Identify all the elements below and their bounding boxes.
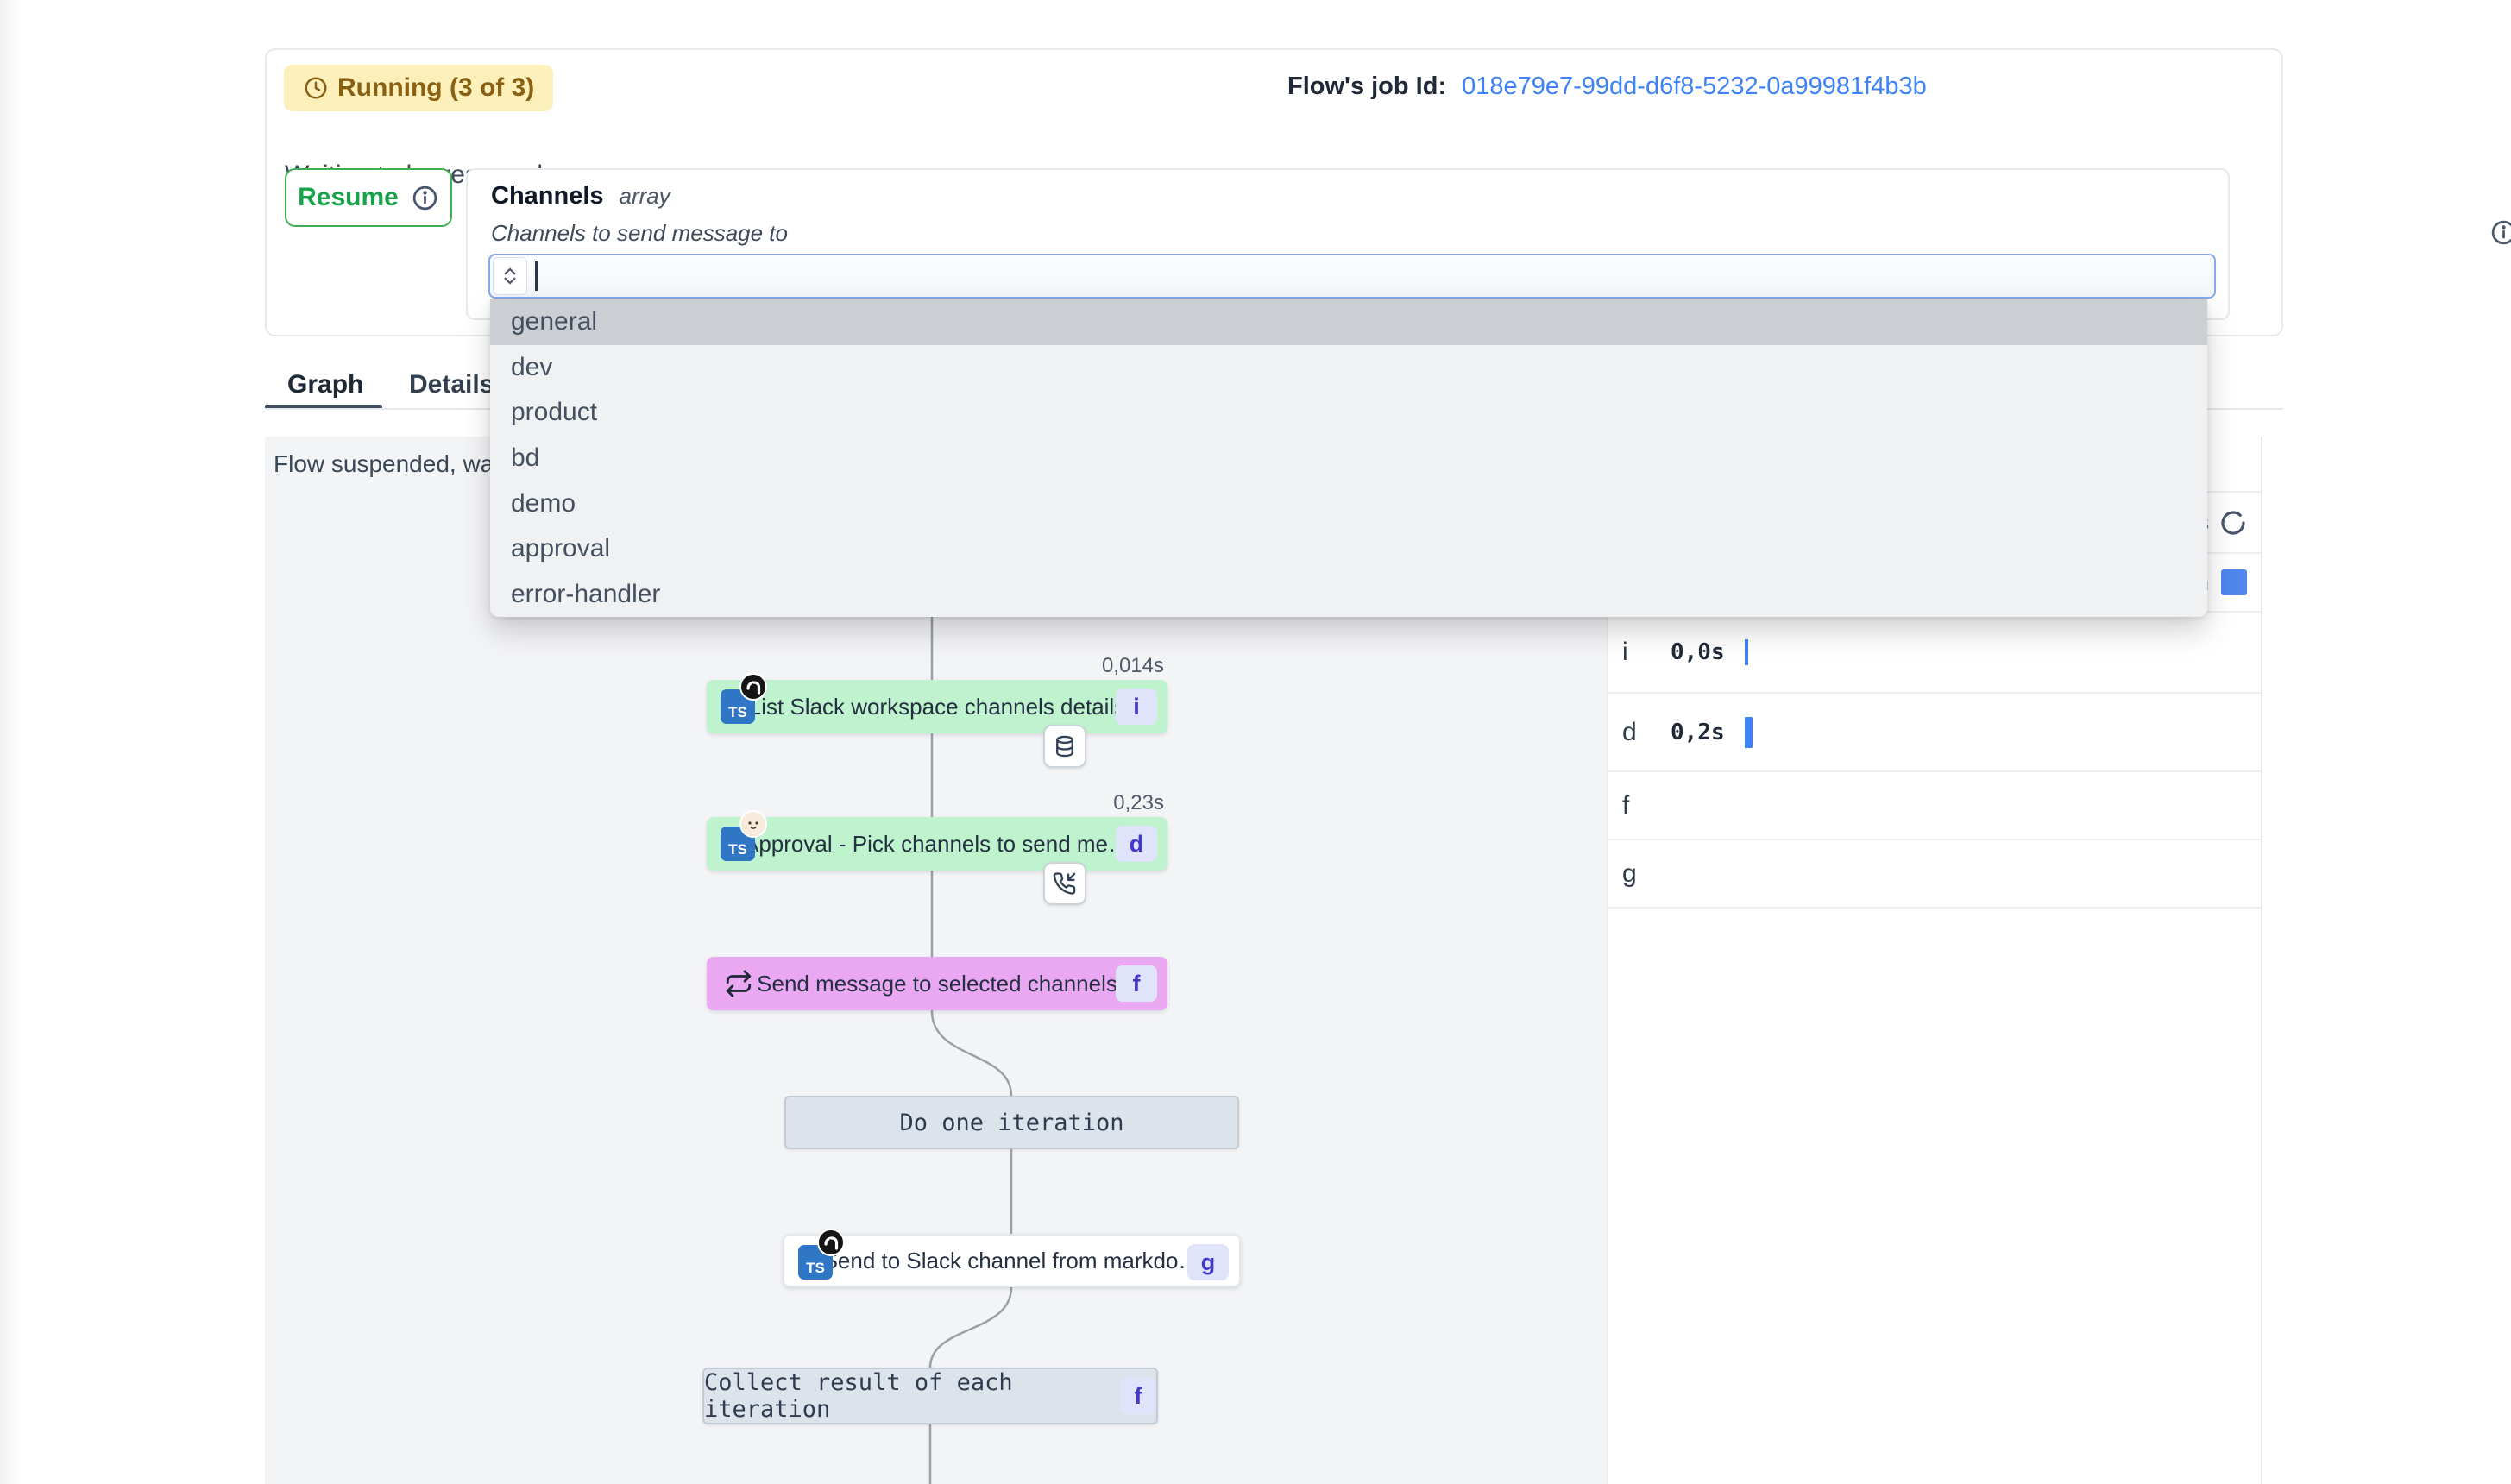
timeline-step-label: d (1622, 718, 1671, 747)
channels-autocomplete-dropdown: general dev product bd demo approval err… (490, 299, 2207, 617)
field-description: Channels to send message to (491, 220, 788, 247)
node-label: List Slack workspace channels details (749, 694, 1125, 720)
node-collect-result[interactable]: Collect result of each iteration f (702, 1368, 1158, 1424)
step-duration: 0,014s (707, 654, 1167, 678)
tab-details[interactable]: Details (409, 370, 494, 399)
left-edge-shadow (0, 0, 22, 1484)
job-id-label: Flow's job Id: (1287, 72, 1446, 101)
field-info-icon[interactable] (2489, 218, 2511, 251)
job-id-link[interactable]: 018e79e7-99dd-d6f8-5232-0a99981f4b3b (1462, 72, 1927, 101)
node-approval-pick-channels[interactable]: TS Approval - Pick channels to send me… … (707, 817, 1167, 871)
step-id-badge: f (1116, 965, 1157, 1002)
timeline-step-label: f (1622, 791, 1671, 821)
info-icon (411, 184, 439, 212)
flow-run-page: Running (3 of 3) Flow's job Id: 018e79e7… (0, 0, 2511, 1484)
execution-bar (1745, 639, 1748, 665)
step-duration: 0,23s (707, 791, 1167, 815)
node-label: Collect result of each iteration (704, 1369, 1098, 1423)
timeline-step-label: g (1622, 859, 1671, 889)
field-header: Channels array (491, 182, 670, 211)
dropdown-option-error-handler[interactable]: error-handler (490, 571, 2207, 617)
timeline-step-duration: 0,2s (1671, 720, 1745, 745)
bun-icon (739, 810, 767, 838)
step-id-badge: g (1187, 1244, 1229, 1280)
database-icon[interactable] (1043, 725, 1086, 768)
status-badge: Running (3 of 3) (284, 65, 553, 111)
dropdown-option-product[interactable]: product (490, 390, 2207, 436)
flow-status-card: Running (3 of 3) Flow's job Id: 018e79e7… (265, 48, 2283, 336)
step-id-badge: d (1116, 826, 1157, 862)
timeline-step-duration: 0,0s (1671, 639, 1745, 665)
text-cursor (535, 261, 538, 291)
execution-bar (1745, 717, 1753, 748)
phone-incoming-icon[interactable] (1043, 862, 1086, 905)
node-list-slack-channels[interactable]: TS List Slack workspace channels details… (707, 680, 1167, 733)
timeline-row-i[interactable]: i 0,0s (1608, 613, 2261, 694)
node-label: Do one iteration (899, 1110, 1123, 1136)
node-label: Send to Slack channel from markdo… (823, 1248, 1201, 1274)
dropdown-option-approval[interactable]: approval (490, 526, 2207, 572)
repeat-icon (724, 969, 753, 998)
node-label: Send message to selected channels (757, 971, 1117, 997)
step-id-badge: f (1120, 1378, 1156, 1414)
execution-legend-swatch (2221, 569, 2247, 595)
timeline-step-label: i (1622, 638, 1671, 667)
chevron-up-down-icon[interactable] (493, 257, 527, 295)
channels-input[interactable] (488, 254, 2216, 299)
timeline-row-d[interactable]: d 0,2s (1608, 694, 2261, 772)
resume-form-card: Channels array Channels to send message … (466, 168, 2230, 320)
timeline-row-f[interactable]: f (1608, 772, 2261, 840)
dropdown-option-bd[interactable]: bd (490, 436, 2207, 481)
dropdown-option-dev[interactable]: dev (490, 345, 2207, 391)
job-id-row: Flow's job Id: 018e79e7-99dd-d6f8-5232-0… (1287, 72, 1927, 101)
resume-button[interactable]: Resume (285, 168, 452, 227)
tab-graph[interactable]: Graph (287, 370, 363, 399)
node-do-one-iteration[interactable]: Do one iteration (784, 1096, 1239, 1149)
dropdown-option-demo[interactable]: demo (490, 481, 2207, 526)
dropdown-option-general[interactable]: general (490, 299, 2207, 345)
node-forloop-send-message[interactable]: Send message to selected channels f (707, 957, 1167, 1010)
timeline-row-g[interactable]: g (1608, 840, 2261, 909)
refresh-icon[interactable] (2219, 509, 2247, 537)
step-id-badge: i (1116, 689, 1157, 725)
node-send-to-slack-channel[interactable]: TS Send to Slack channel from markdo… g (783, 1234, 1241, 1287)
field-type: array (620, 183, 670, 210)
node-label: Approval - Pick channels to send me… (744, 831, 1130, 858)
deno-icon (817, 1229, 845, 1256)
deno-icon (739, 673, 767, 701)
clock-icon (303, 75, 329, 101)
field-label: Channels (491, 182, 604, 211)
resume-button-label: Resume (298, 183, 399, 212)
status-badge-label: Running (3 of 3) (337, 73, 534, 103)
